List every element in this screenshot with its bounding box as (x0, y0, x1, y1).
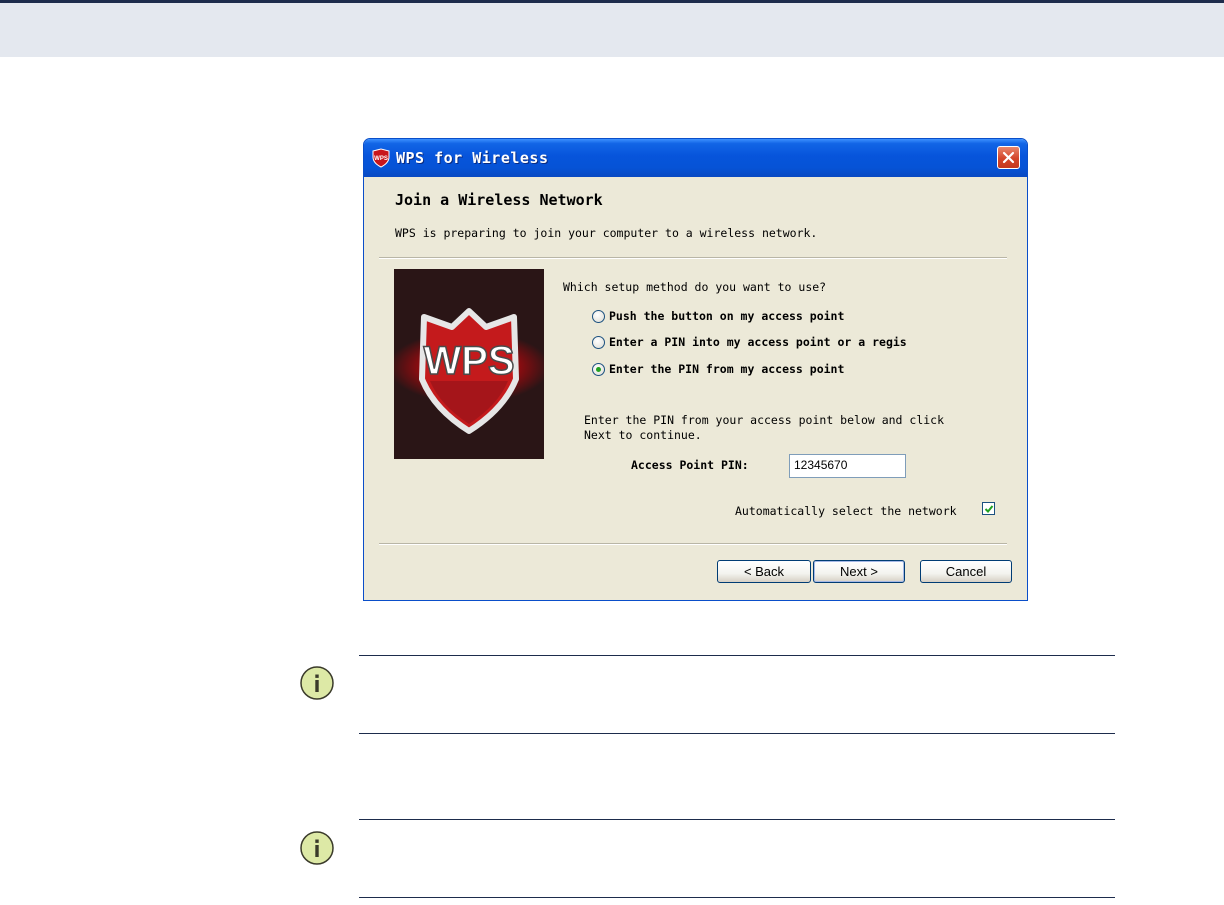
pin-input[interactable]: 12345670 (789, 454, 906, 478)
window-title: WPS for Wireless (396, 149, 549, 167)
setup-question: Which setup method do you want to use? (563, 280, 827, 294)
wps-logo-image: WPS (394, 269, 544, 459)
pin-label: Access Point PIN: (631, 458, 749, 472)
option-label: Push the button on my access point (609, 309, 845, 323)
pin-instructions: Enter the PIN from your access point bel… (584, 413, 984, 443)
close-button[interactable] (997, 146, 1020, 169)
note-rule-bottom (359, 733, 1115, 734)
back-button[interactable]: < Back (717, 560, 811, 583)
page-header-band (0, 0, 1224, 57)
info-icon (300, 666, 334, 700)
option-enter-pin-from-ap[interactable]: Enter the PIN from my access point (592, 361, 844, 377)
option-label: Enter a PIN into my access point or a re… (609, 335, 907, 349)
note-rule-bottom (359, 897, 1115, 898)
title-bar[interactable]: WPS WPS for Wireless (364, 139, 1027, 177)
close-icon (1002, 151, 1015, 164)
wps-app-icon: WPS (371, 148, 391, 168)
auto-select-checkbox[interactable] (982, 502, 995, 515)
note-rule-top (359, 819, 1115, 820)
wps-logo-text: WPS (423, 339, 514, 383)
info-icon (300, 831, 334, 865)
page-title: Join a Wireless Network (395, 191, 603, 209)
note-rule-top (359, 655, 1115, 656)
radio-button-selected[interactable] (592, 362, 605, 376)
next-button[interactable]: Next > (813, 560, 905, 583)
app-icon-logo: WPS (374, 156, 388, 162)
option-label: Enter the PIN from my access point (609, 362, 845, 376)
pin-instructions-line: Enter the PIN from your access point bel… (584, 413, 945, 427)
wps-dialog: WPS WPS for Wireless Join a Wireless Net… (363, 138, 1028, 601)
cancel-button[interactable]: Cancel (920, 560, 1012, 583)
pin-instructions-line: Next to continue. (584, 428, 702, 442)
auto-select-label: Automatically select the network (735, 504, 957, 518)
page-subtitle: WPS is preparing to join your computer t… (395, 226, 818, 240)
divider-bottom (379, 543, 1007, 545)
radio-button[interactable] (592, 335, 605, 349)
option-push-button[interactable]: Push the button on my access point (592, 308, 844, 324)
dialog-content: Join a Wireless Network WPS is preparing… (368, 177, 1023, 597)
option-enter-pin-into-ap[interactable]: Enter a PIN into my access point or a re… (592, 334, 907, 350)
divider-top (379, 257, 1007, 259)
radio-button[interactable] (592, 309, 605, 323)
checkmark-icon (984, 505, 994, 513)
